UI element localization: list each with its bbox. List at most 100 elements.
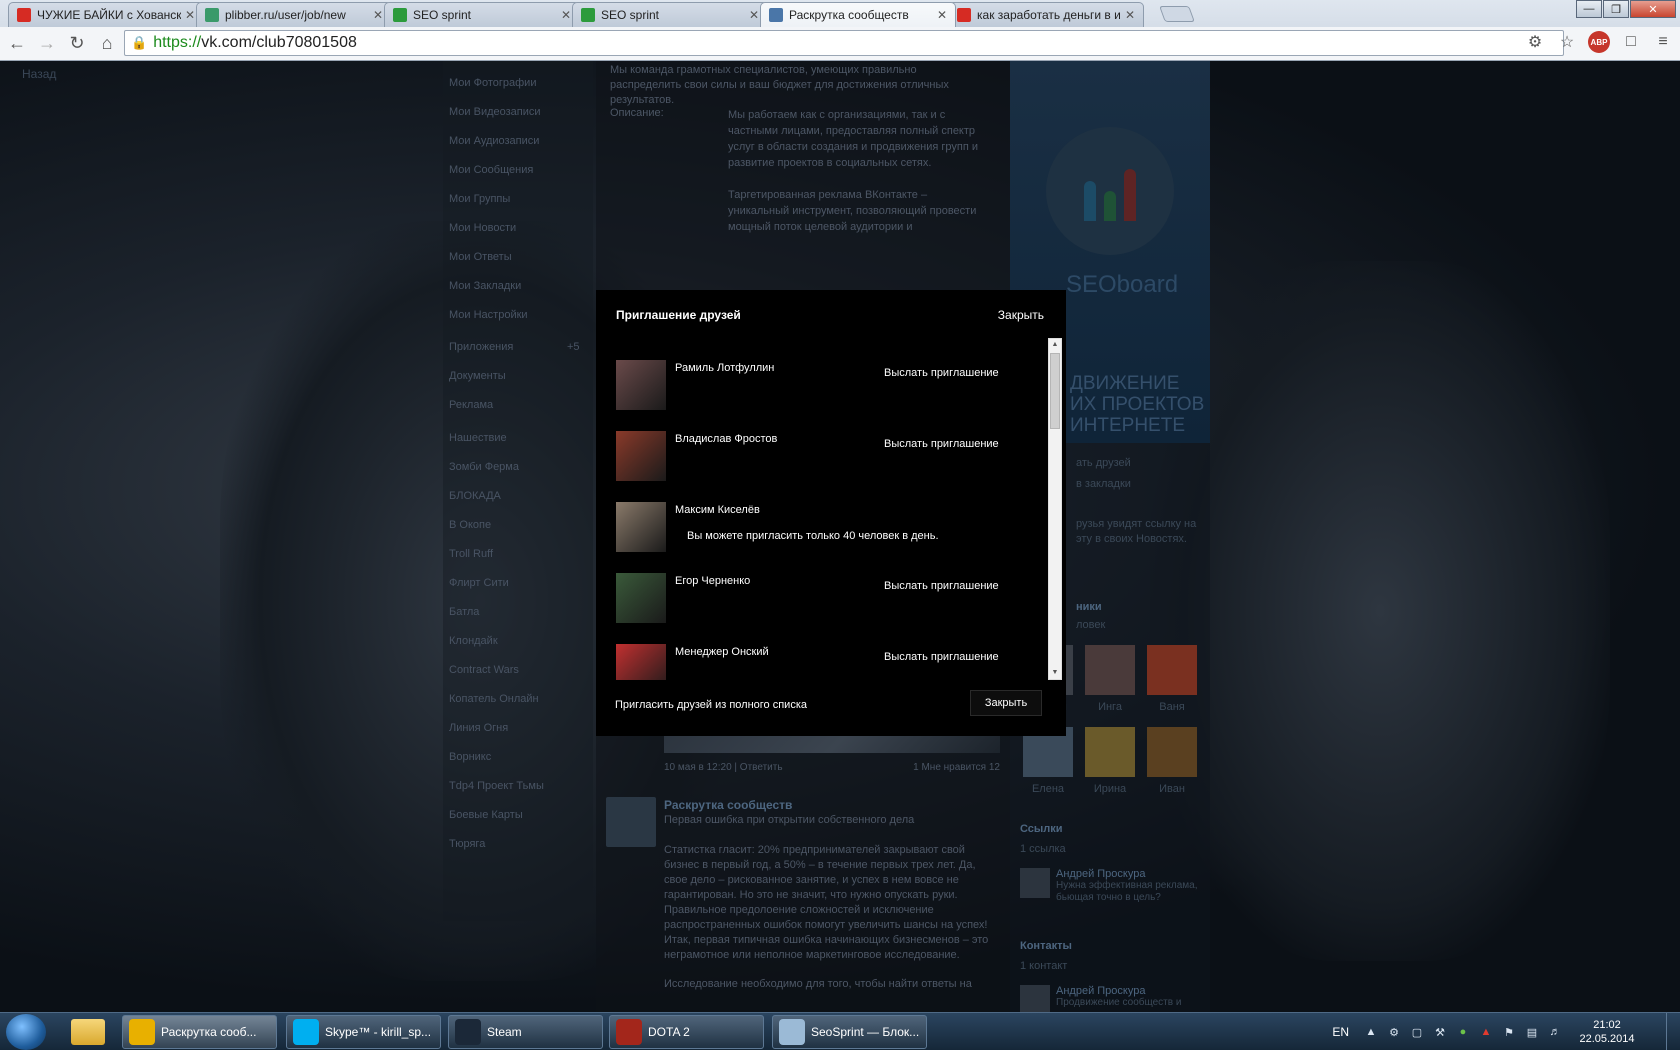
scroll-up-arrow-icon[interactable]: ▲ xyxy=(1049,339,1061,351)
maximize-button[interactable]: ❐ xyxy=(1603,0,1629,18)
taskbar-item[interactable]: DOTA 2 xyxy=(609,1015,764,1049)
explorer-folder-icon[interactable] xyxy=(60,1016,116,1048)
link-item[interactable]: Андрей Проскура Нужна эффективная реклам… xyxy=(1020,868,1208,904)
show-desktop-button[interactable] xyxy=(1666,1013,1680,1050)
close-window-button[interactable]: ✕ xyxy=(1630,0,1676,18)
friend-name[interactable]: Максим Киселёв xyxy=(675,504,760,516)
back-arrow-icon[interactable]: ← xyxy=(4,31,30,57)
friend-name[interactable]: Менеджер Онский xyxy=(675,646,769,658)
contact-person-name[interactable]: Андрей Проскура xyxy=(1056,985,1181,997)
left-menu-item[interactable]: Мои Новости xyxy=(449,222,516,234)
post-author-avatar[interactable] xyxy=(606,797,656,847)
browser-tab[interactable]: plibber.ru/user/job/new ✕ xyxy=(196,2,392,27)
left-menu-item[interactable]: Клондайк xyxy=(449,635,498,647)
taskbar-item[interactable]: Skype™ - kirill_sp... xyxy=(286,1015,441,1049)
send-invite-link[interactable]: Выслать приглашение xyxy=(884,651,999,663)
start-button-icon[interactable] xyxy=(6,1014,46,1050)
taskbar-item[interactable]: Раскрутка сооб... xyxy=(122,1015,277,1049)
adblock-plus-icon[interactable]: ABP xyxy=(1588,31,1610,53)
tab-close-icon[interactable]: ✕ xyxy=(749,8,759,22)
left-menu-item[interactable]: Документы xyxy=(449,370,506,382)
browser-tab[interactable]: как заработать деньги в ин ✕ xyxy=(948,2,1144,27)
post-likes[interactable]: 1 Мне нравится 12 xyxy=(913,762,1000,773)
send-invite-link[interactable]: Выслать приглашение xyxy=(884,580,999,592)
dialog-close-button[interactable]: Закрыть xyxy=(970,690,1042,716)
extension-puzzle-icon[interactable]: ⚙ xyxy=(1524,31,1546,53)
back-link[interactable]: Назад xyxy=(22,67,56,81)
left-menu-item[interactable]: Contract Wars xyxy=(449,664,519,676)
list-scrollbar[interactable]: ▲ ▼ xyxy=(1048,338,1062,680)
left-menu-item[interactable]: Мои Настройки xyxy=(449,309,528,321)
left-menu-item[interactable]: В Окопе xyxy=(449,519,491,531)
left-menu-item[interactable]: БЛОКАДА xyxy=(449,490,501,502)
member-card[interactable]: Ваня xyxy=(1144,645,1200,713)
post-author-name[interactable]: Раскрутка сообществ xyxy=(664,798,792,812)
left-menu-item[interactable]: Приложения xyxy=(449,341,513,353)
left-menu-item[interactable]: Боевые Карты xyxy=(449,809,523,821)
left-menu-item[interactable]: Мои Видеозаписи xyxy=(449,106,541,118)
post-date-reply[interactable]: 10 мая в 12:20 | Ответить xyxy=(664,762,783,773)
browser-tab[interactable]: SEO sprint ✕ xyxy=(572,2,768,27)
window-icon[interactable]: □ xyxy=(1620,31,1642,53)
left-menu-item[interactable]: Флирт Сити xyxy=(449,577,509,589)
friend-avatar[interactable] xyxy=(616,502,666,552)
notification-arrow-icon[interactable]: ▲ xyxy=(1363,1024,1379,1040)
invite-friends-link[interactable]: ать друзей xyxy=(1076,453,1131,474)
links-count[interactable]: 1 ссылка xyxy=(1020,843,1066,855)
menu-hamburger-icon[interactable]: ≡ xyxy=(1652,31,1674,53)
tab-close-icon[interactable]: ✕ xyxy=(937,8,947,22)
left-menu-item[interactable]: Зомби Ферма xyxy=(449,461,519,473)
send-invite-link[interactable]: Выслать приглашение xyxy=(884,438,999,450)
tray-window-icon[interactable]: ▢ xyxy=(1409,1024,1425,1040)
left-menu-item[interactable]: Нашествие xyxy=(449,432,507,444)
browser-tab[interactable]: Раскрутка сообществ ✕ xyxy=(760,2,956,27)
link-person-name[interactable]: Андрей Проскура xyxy=(1056,868,1208,880)
members-count[interactable]: ловек xyxy=(1076,619,1105,631)
left-menu-item[interactable]: Tdp4 Проект Тьмы xyxy=(449,780,544,792)
tab-close-icon[interactable]: ✕ xyxy=(185,8,195,22)
friend-avatar[interactable] xyxy=(616,573,666,623)
minimize-button[interactable]: — xyxy=(1576,0,1602,18)
friend-name[interactable]: Егор Черненко xyxy=(675,575,750,587)
friend-avatar[interactable] xyxy=(616,644,666,680)
taskbar-item[interactable]: SeoSprint — Блок... xyxy=(772,1015,927,1049)
tab-close-icon[interactable]: ✕ xyxy=(561,8,571,22)
scrollbar-thumb[interactable] xyxy=(1050,353,1060,429)
member-card[interactable]: Ирина xyxy=(1082,727,1138,795)
scroll-down-arrow-icon[interactable]: ▼ xyxy=(1049,667,1061,679)
browser-tab[interactable]: ЧУЖИЕ БАЙКИ с Хованским ✕ xyxy=(8,2,204,27)
contact-item[interactable]: Андрей Проскура Продвижение сообществ и xyxy=(1020,985,1208,1012)
left-menu-item[interactable]: Мои Аудиозаписи xyxy=(449,135,539,147)
address-bar[interactable]: 🔒 https:// vk.com/club70801508 xyxy=(124,30,1564,56)
action-center-flag-icon[interactable]: ⚑ xyxy=(1501,1024,1517,1040)
friend-name[interactable]: Рамиль Лотфуллин xyxy=(675,362,774,374)
bookmark-star-icon[interactable]: ☆ xyxy=(1556,31,1578,53)
contacts-count[interactable]: 1 контакт xyxy=(1020,960,1067,972)
friend-avatar[interactable] xyxy=(616,360,666,410)
browser-tab[interactable]: SEO sprint ✕ xyxy=(384,2,580,27)
left-menu-item[interactable]: Мои Группы xyxy=(449,193,510,205)
dialog-close-link[interactable]: Закрыть xyxy=(998,308,1044,322)
clock[interactable]: 21:02 22.05.2014 xyxy=(1570,1018,1644,1046)
language-indicator[interactable]: EN xyxy=(1332,1025,1349,1039)
taskbar-item[interactable]: Steam xyxy=(448,1015,603,1049)
left-menu-item[interactable]: Troll Ruff xyxy=(449,548,493,560)
add-bookmark-link[interactable]: в закладки xyxy=(1076,474,1131,495)
member-card[interactable]: Инга xyxy=(1082,645,1138,713)
left-menu-item[interactable]: Мои Сообщения xyxy=(449,164,533,176)
antivirus-icon[interactable]: ▲ xyxy=(1478,1024,1494,1040)
reload-icon[interactable]: ↻ xyxy=(64,31,90,57)
friend-name[interactable]: Владислав Фростов xyxy=(675,433,777,445)
home-icon[interactable]: ⌂ xyxy=(94,31,120,57)
network-icon[interactable]: ▤ xyxy=(1524,1024,1540,1040)
tray-tool-icon[interactable]: ⚒ xyxy=(1432,1024,1448,1040)
left-menu-item[interactable]: Мои Ответы xyxy=(449,251,512,263)
tab-close-icon[interactable]: ✕ xyxy=(373,8,383,22)
member-card[interactable]: Елена xyxy=(1020,727,1076,795)
left-menu-item[interactable]: Реклама xyxy=(449,399,493,411)
invite-from-full-list-link[interactable]: Пригласить друзей из полного списка xyxy=(615,699,807,711)
friend-avatar[interactable] xyxy=(616,431,666,481)
forward-arrow-icon[interactable]: → xyxy=(34,31,60,57)
tab-close-icon[interactable]: ✕ xyxy=(1125,8,1135,22)
left-menu-item[interactable]: Тюряга xyxy=(449,838,485,850)
